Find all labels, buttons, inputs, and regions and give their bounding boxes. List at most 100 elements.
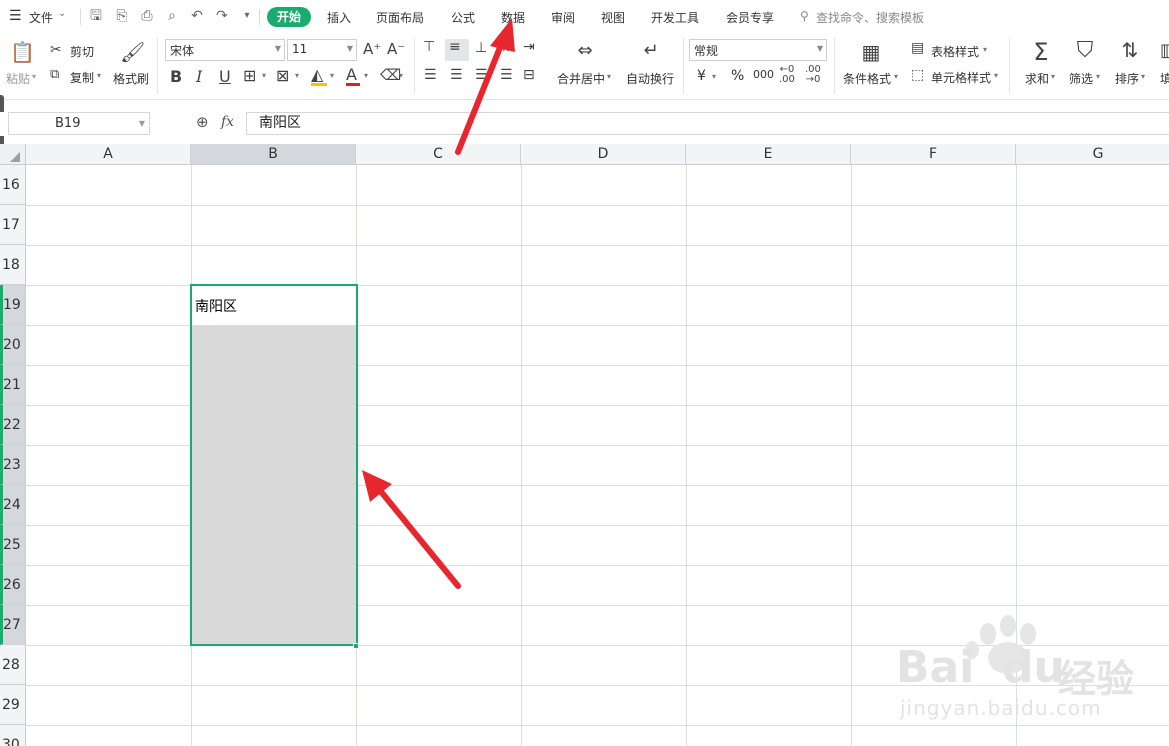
clear-dropdown-icon[interactable]: ▾	[399, 71, 403, 80]
text-direction-icon[interactable]: ⇅	[500, 39, 512, 55]
table-style-dropdown-icon[interactable]: ▾	[983, 45, 987, 54]
zoom-formula-icon[interactable]: ⊕	[196, 113, 209, 131]
redo-icon[interactable]: ↷	[214, 8, 230, 24]
paste-dropdown-icon[interactable]: ▾	[32, 72, 36, 81]
tab-member[interactable]: 会员专享	[726, 9, 774, 26]
tab-data[interactable]: 数据	[501, 9, 525, 26]
row-header-28[interactable]: 28	[0, 645, 26, 685]
row-header-30[interactable]: 30	[0, 725, 26, 746]
search-icon[interactable]: ⚲	[800, 9, 809, 23]
currency-dropdown-icon[interactable]: ▾	[712, 72, 716, 81]
justify-icon[interactable]: ☰	[500, 67, 513, 83]
print-icon[interactable]: ⎙	[139, 8, 155, 24]
number-format-select[interactable]: 常规 ▼	[689, 39, 827, 61]
tab-developer[interactable]: 开发工具	[651, 9, 699, 26]
format-painter-icon[interactable]: 🖌	[120, 40, 145, 64]
table-style-button[interactable]: 表格样式	[931, 43, 979, 60]
copy-button[interactable]: 复制	[70, 69, 94, 86]
tab-formulas[interactable]: 公式	[451, 9, 475, 26]
copy-icon[interactable]: ⧉	[50, 67, 59, 82]
customize-quick-access-icon[interactable]: ▾	[239, 8, 255, 24]
tab-page-layout[interactable]: 页面布局	[376, 9, 424, 26]
row-header-19[interactable]: 19	[0, 285, 26, 325]
align-bottom-icon[interactable]: ⊥	[475, 40, 487, 56]
row-header-21[interactable]: 21	[0, 365, 26, 405]
row-header-16[interactable]: 16	[0, 165, 26, 205]
row-header-18[interactable]: 18	[0, 245, 26, 285]
column-header-E[interactable]: E	[686, 144, 851, 165]
wrap-text-button[interactable]: 自动换行	[626, 70, 674, 87]
italic-icon[interactable]: I	[196, 67, 202, 86]
align-center-icon[interactable]: ☰	[450, 67, 463, 83]
command-search-input[interactable]: 查找命令、搜索模板	[816, 9, 924, 26]
row-header-17[interactable]: 17	[0, 205, 26, 245]
font-color-dropdown-icon[interactable]: ▾	[364, 71, 368, 80]
cell-B19[interactable]: 南阳区	[195, 296, 237, 316]
paste-icon[interactable]: 📋	[10, 40, 35, 64]
cell-style-icon[interactable]: ⬚	[911, 67, 924, 83]
row-header-22[interactable]: 22	[0, 405, 26, 445]
merge-center-icon[interactable]: ⇔	[572, 40, 598, 61]
column-header-F[interactable]: F	[851, 144, 1016, 165]
table-style-icon[interactable]: ▤	[911, 40, 924, 56]
align-left-icon[interactable]: ☰	[424, 67, 437, 83]
cell-style-button[interactable]: 单元格样式	[931, 69, 991, 86]
file-dropdown-icon[interactable]: ⌄	[58, 8, 66, 19]
column-header-A[interactable]: A	[26, 144, 191, 165]
selected-range-B19-B27[interactable]	[190, 284, 358, 646]
row-header-23[interactable]: 23	[0, 445, 26, 485]
undo-icon[interactable]: ↶	[189, 8, 205, 24]
font-name-select[interactable]: 宋体 ▼	[165, 39, 285, 61]
row-header-20[interactable]: 20	[0, 325, 26, 365]
fill-color-dropdown-icon[interactable]: ▾	[330, 71, 334, 80]
conditional-format-icon[interactable]: ▦	[859, 40, 883, 64]
copy-dropdown-icon[interactable]: ▾	[97, 71, 101, 80]
cut-button[interactable]: 剪切	[70, 43, 94, 60]
strikethrough-format-icon[interactable]: ⊠	[276, 66, 289, 85]
export-icon[interactable]: ⎘	[114, 8, 130, 24]
filter-icon[interactable]: ⛉	[1072, 38, 1098, 63]
currency-button[interactable]: ¥	[697, 68, 706, 84]
align-middle-icon[interactable]: ≡	[449, 39, 461, 55]
fill-color-icon[interactable]: ◭	[311, 65, 323, 84]
column-header-G[interactable]: G	[1016, 144, 1169, 165]
row-header-24[interactable]: 24	[0, 485, 26, 525]
column-header-D[interactable]: D	[521, 144, 686, 165]
wrap-text-icon[interactable]: ↵	[638, 40, 664, 61]
sum-icon[interactable]: Σ	[1028, 38, 1054, 66]
sort-dropdown-icon[interactable]: ▾	[1141, 72, 1145, 81]
function-icon[interactable]: fx	[221, 114, 234, 130]
hamburger-menu-icon[interactable]: ☰	[9, 8, 22, 24]
row-header-25[interactable]: 25	[0, 525, 26, 565]
save-icon[interactable]: 🖫	[88, 8, 104, 24]
tab-view[interactable]: 视图	[601, 9, 625, 26]
filter-button[interactable]: 筛选	[1069, 70, 1093, 87]
sort-button[interactable]: 排序	[1115, 70, 1139, 87]
fill-icon[interactable]: ▥	[1160, 40, 1169, 61]
file-menu[interactable]: 文件	[29, 9, 53, 26]
format-painter-button[interactable]: 格式刷	[113, 70, 149, 87]
row-header-29[interactable]: 29	[0, 685, 26, 725]
filter-dropdown-icon[interactable]: ▾	[1096, 72, 1100, 81]
name-box[interactable]: B19 ▼	[8, 112, 150, 135]
distributed-align-icon[interactable]: ⊟	[523, 67, 535, 83]
thousands-button[interactable]: 000	[753, 68, 774, 81]
sort-icon[interactable]: ⇅	[1117, 38, 1143, 62]
sum-dropdown-icon[interactable]: ▾	[1051, 72, 1055, 81]
column-header-C[interactable]: C	[356, 144, 521, 165]
font-size-select[interactable]: 11 ▼	[287, 39, 357, 61]
align-right-icon[interactable]: ☰	[475, 67, 488, 83]
merge-center-button[interactable]: 合并居中	[557, 70, 605, 87]
align-top-icon[interactable]: ⊤	[423, 39, 435, 55]
tab-home[interactable]: 开始	[267, 7, 311, 27]
sum-button[interactable]: 求和	[1025, 70, 1049, 87]
increase-font-icon[interactable]: A⁺	[363, 40, 381, 58]
decrease-decimal-icon[interactable]: .00 →0	[805, 65, 821, 85]
format-dropdown-icon[interactable]: ▾	[295, 71, 299, 80]
formula-input[interactable]: 南阳区	[246, 112, 1169, 135]
cell-style-dropdown-icon[interactable]: ▾	[994, 71, 998, 80]
conditional-format-dropdown-icon[interactable]: ▾	[894, 72, 898, 81]
border-icon[interactable]: ⊞	[243, 66, 256, 85]
merge-dropdown-icon[interactable]: ▾	[607, 72, 611, 81]
select-all-corner[interactable]	[0, 144, 26, 165]
